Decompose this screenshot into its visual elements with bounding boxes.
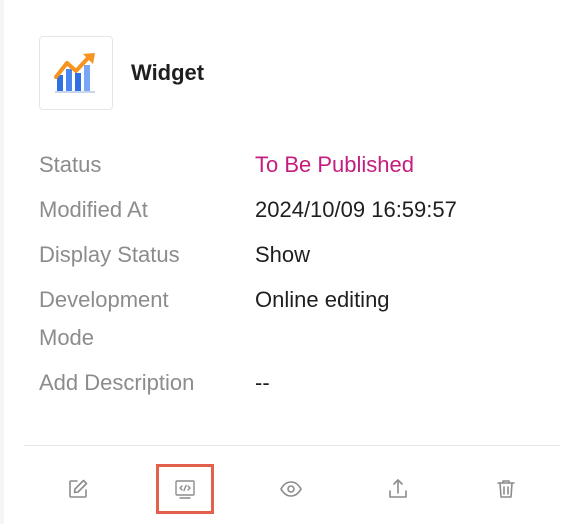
widget-logo [39, 36, 113, 110]
status-value: To Be Published [255, 152, 414, 177]
chart-trend-icon [54, 53, 95, 93]
publish-button[interactable] [373, 466, 423, 512]
detail-row-display-status: Display Status Show [39, 236, 539, 274]
detail-row-development-mode: Development Mode Online editing [39, 281, 539, 357]
detail-label: Display Status [39, 242, 180, 267]
eye-icon [280, 481, 302, 497]
detail-label: Status [39, 152, 102, 177]
detail-label: Development Mode [39, 287, 169, 350]
description-value: -- [255, 370, 270, 395]
display-status-value: Show [255, 242, 311, 267]
action-toolbar [4, 464, 576, 518]
widget-header: Widget [39, 36, 204, 110]
widget-card: Widget Status To Be Published Modified A… [4, 0, 576, 524]
details-list: Status To Be Published Modified At 2024/… [39, 146, 539, 409]
widget-title: Widget [131, 60, 205, 85]
detail-label: Modified At [39, 197, 148, 222]
code-button[interactable] [156, 464, 214, 514]
divider [24, 445, 560, 446]
edit-icon [69, 479, 88, 498]
edit-button[interactable] [53, 466, 103, 512]
development-mode-value: Online editing [255, 287, 390, 312]
code-icon [175, 480, 195, 499]
detail-row-description: Add Description -- [39, 364, 539, 402]
detail-row-status: Status To Be Published [39, 146, 539, 184]
modified-at-value: 2024/10/09 16:59:57 [255, 197, 457, 222]
preview-button[interactable] [266, 466, 316, 512]
detail-row-modified: Modified At 2024/10/09 16:59:57 [39, 191, 539, 229]
upload-icon [389, 479, 407, 498]
detail-label: Add Description [39, 370, 195, 395]
trash-icon [497, 480, 515, 498]
delete-button[interactable] [481, 466, 531, 512]
